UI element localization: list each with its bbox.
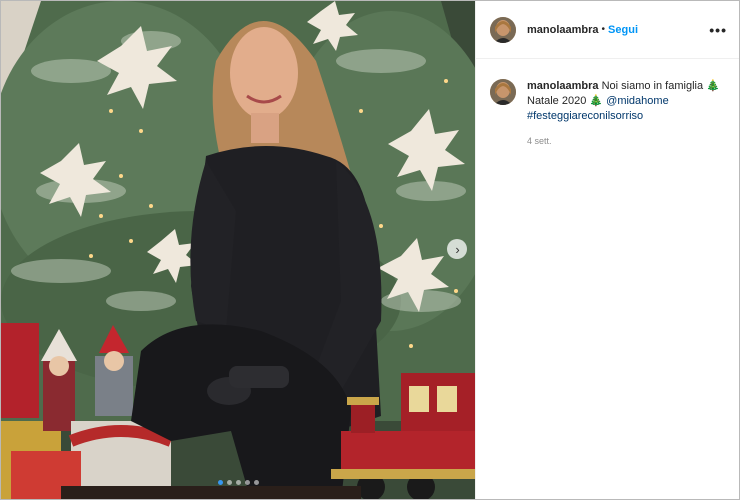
hashtag-link[interactable]: #festeggiareconilsorriso (527, 110, 643, 122)
carousel-dot (217, 480, 223, 485)
chevron-right-icon: › (455, 241, 460, 257)
follow-button[interactable]: Segui (608, 24, 638, 36)
caption-natale: Natale 2020 (527, 95, 590, 107)
post-photo[interactable]: › (1, 1, 475, 499)
caption-comment: manolaambra Noi siamo in famiglia 🎄Natal… (476, 59, 739, 149)
carousel-dot (235, 480, 241, 485)
carousel-indicator (1, 480, 475, 485)
avatar[interactable] (490, 16, 516, 43)
caption-username[interactable]: manolaambra (527, 80, 599, 92)
christmas-photo (1, 1, 475, 499)
next-photo-button[interactable]: › (447, 239, 467, 259)
mention-link[interactable]: @midahome (606, 95, 669, 107)
avatar[interactable] (490, 79, 516, 105)
caption-body: manolaambra Noi siamo in famiglia 🎄Natal… (527, 79, 727, 149)
carousel-dot (244, 480, 250, 485)
post-timestamp[interactable]: 4 sett. (527, 134, 727, 149)
avatar-image (490, 16, 516, 43)
post-side-panel: manolaambra • Segui ••• manolaambra Noi … (475, 1, 739, 499)
instagram-post: › manolaambra • Segui ••• manolaambra No… (0, 0, 740, 500)
post-header: manolaambra • Segui ••• (476, 1, 739, 59)
more-options-icon[interactable]: ••• (709, 22, 727, 38)
christmas-tree-icon: 🎄 (706, 80, 720, 92)
caption-text: Noi siamo in famiglia (598, 80, 707, 92)
christmas-tree-icon: 🎄 (589, 95, 604, 107)
separator-dot: • (601, 24, 606, 35)
carousel-dot (253, 480, 259, 485)
header-username[interactable]: manolaambra (527, 24, 599, 36)
carousel-dot (226, 480, 232, 485)
avatar-image (490, 79, 516, 105)
